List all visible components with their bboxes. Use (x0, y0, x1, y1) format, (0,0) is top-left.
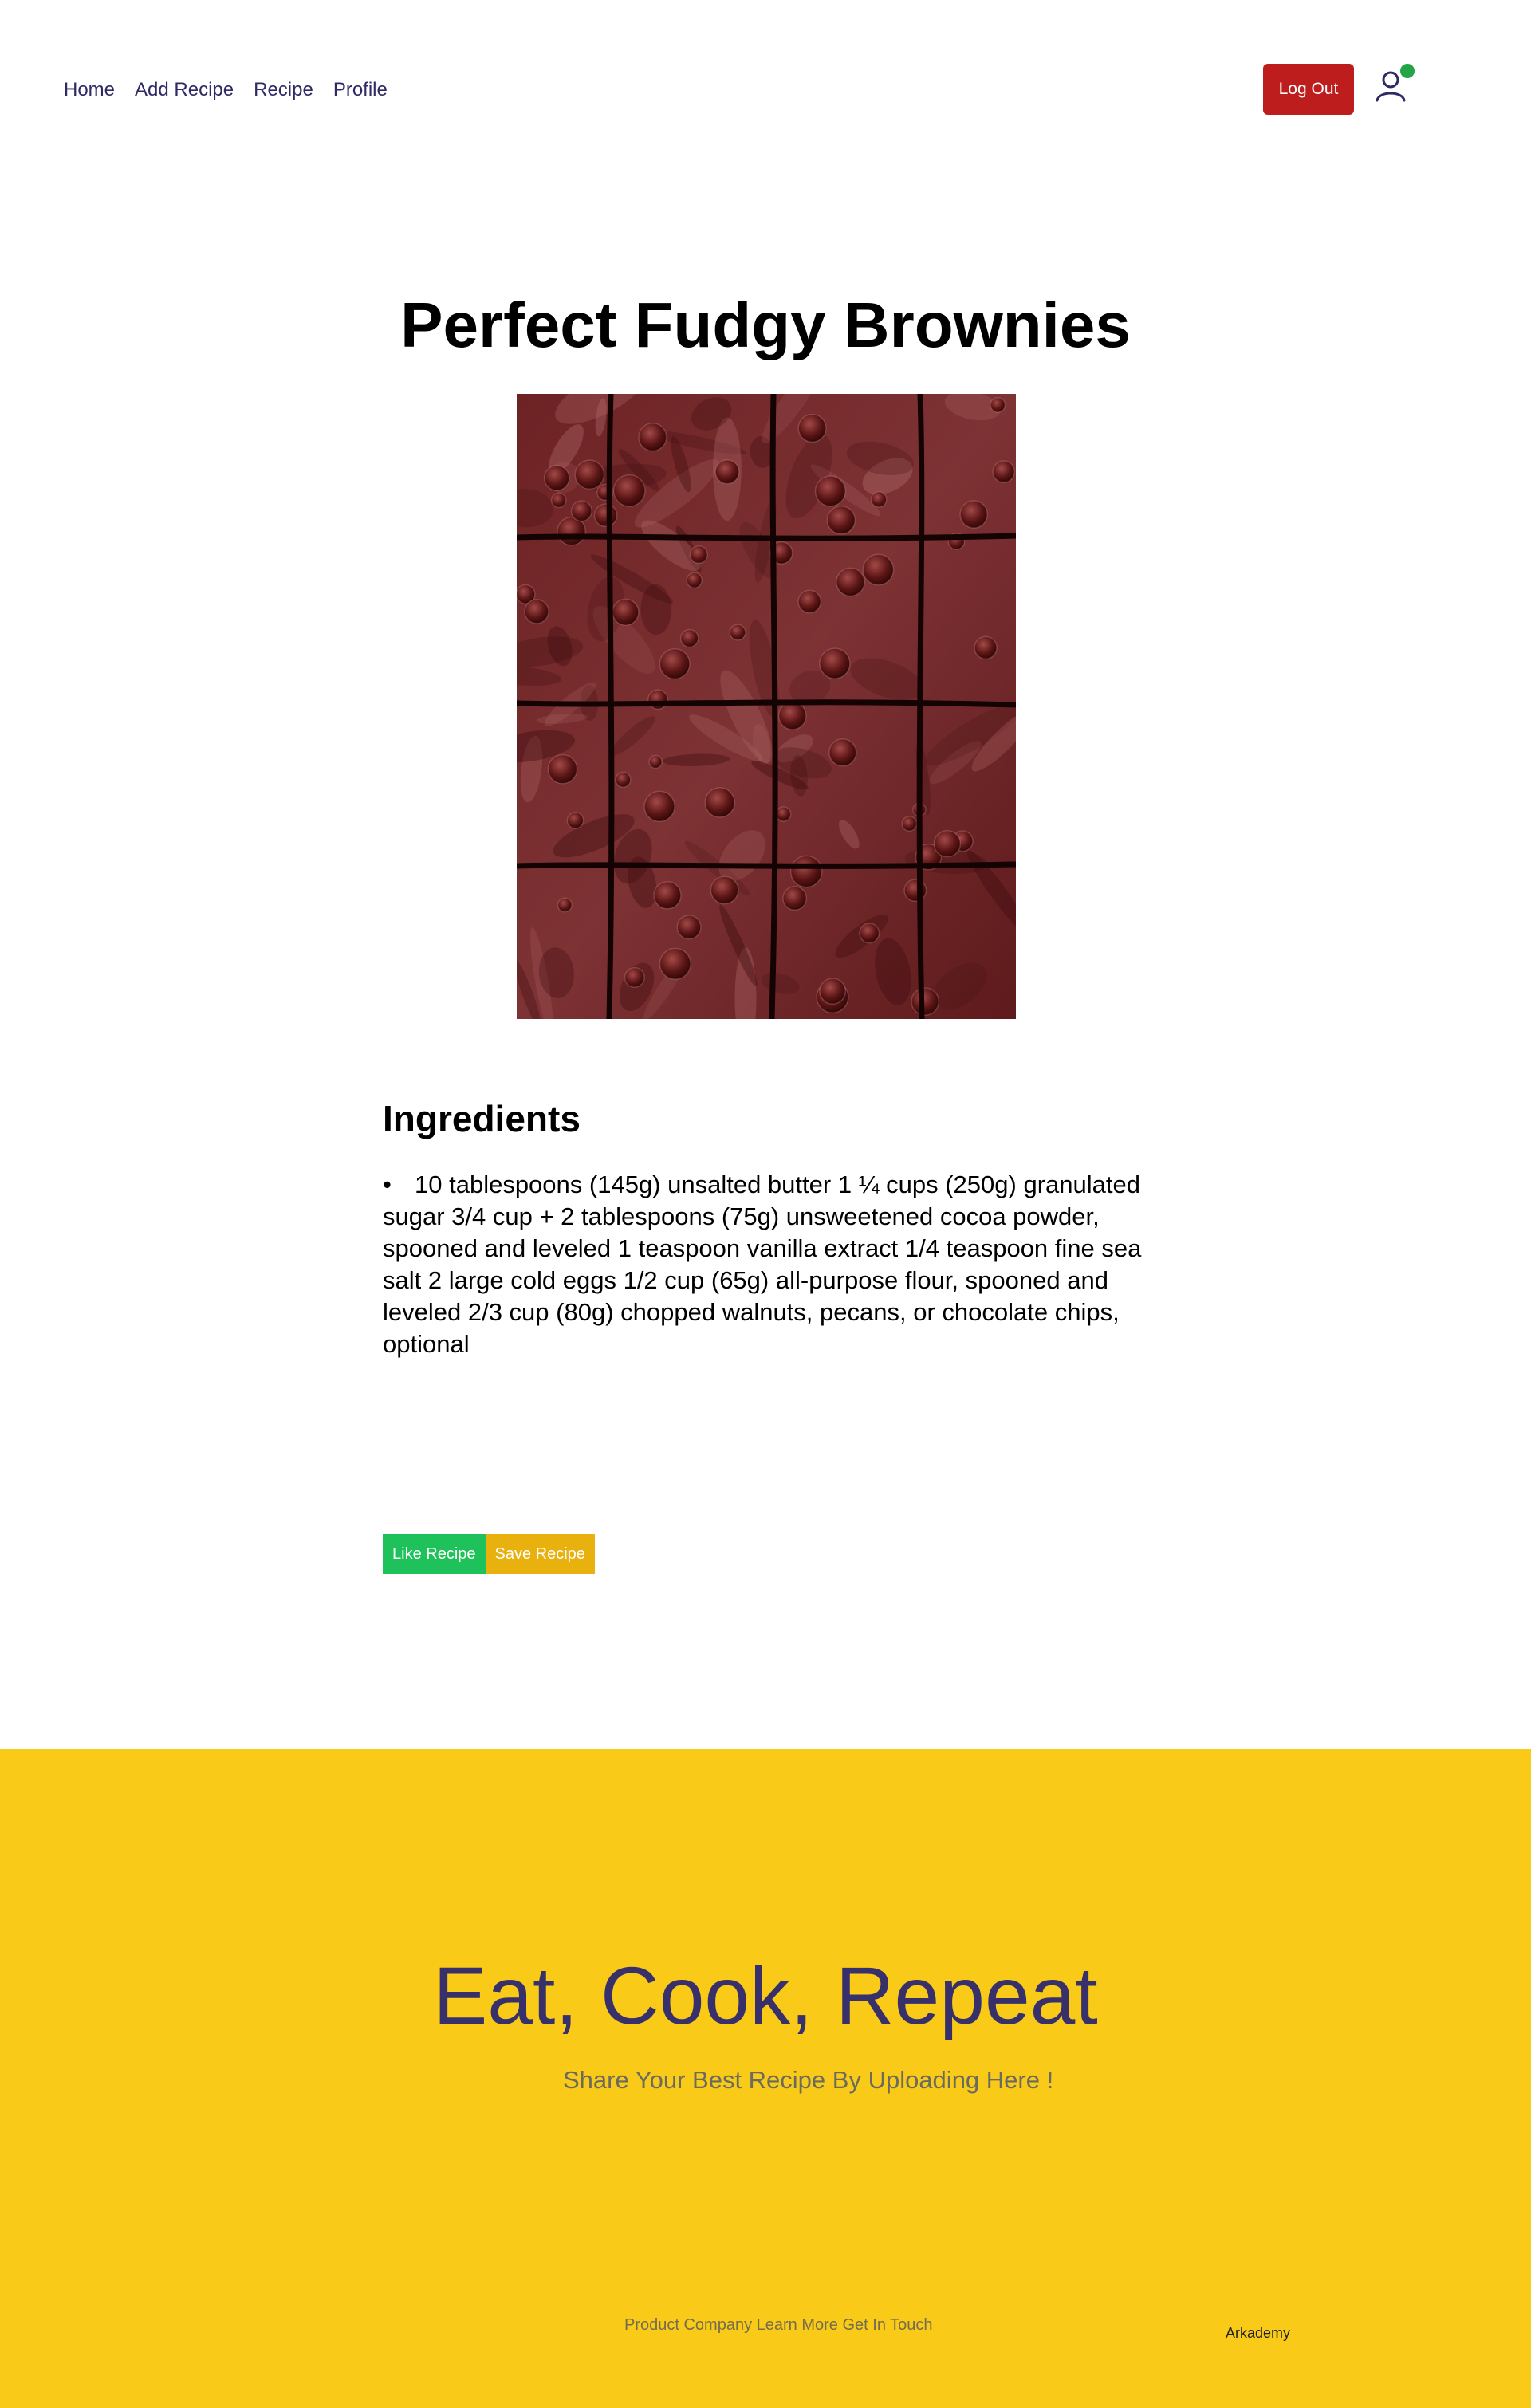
footer-links[interactable]: Product Company Learn More Get In Touch (624, 2314, 933, 2336)
recipe-actions: Like Recipe Save Recipe (383, 1534, 595, 1574)
footer: Eat, Cook, Repeat Share Your Best Recipe… (0, 1749, 1531, 2408)
like-recipe-button[interactable]: Like Recipe (383, 1534, 486, 1574)
ingredients-heading: Ingredients (383, 1098, 581, 1139)
nav-link-recipe[interactable]: Recipe (254, 77, 313, 104)
nav-link-profile[interactable]: Profile (333, 77, 388, 104)
nav-link-add-recipe[interactable]: Add Recipe (135, 77, 234, 104)
footer-tagline: Share Your Best Recipe By Uploading Here… (563, 2066, 1054, 2094)
logout-button[interactable]: Log Out (1263, 64, 1354, 115)
footer-brand: Arkademy (1226, 2325, 1291, 2341)
nav-link-home[interactable]: Home (64, 77, 115, 104)
main-nav: Home Add Recipe Recipe Profile (64, 77, 388, 104)
ingredients-list: 10 tablespoons (145g) unsalted butter 1 … (383, 1169, 1148, 1360)
online-status-dot (1400, 64, 1415, 78)
save-recipe-button[interactable]: Save Recipe (485, 1534, 595, 1574)
recipe-title: Perfect Fudgy Brownies (400, 289, 1131, 360)
footer-slogan: Eat, Cook, Repeat (433, 1950, 1098, 2041)
recipe-image (517, 394, 1016, 1019)
ingredient-item: 10 tablespoons (145g) unsalted butter 1 … (383, 1169, 1148, 1360)
